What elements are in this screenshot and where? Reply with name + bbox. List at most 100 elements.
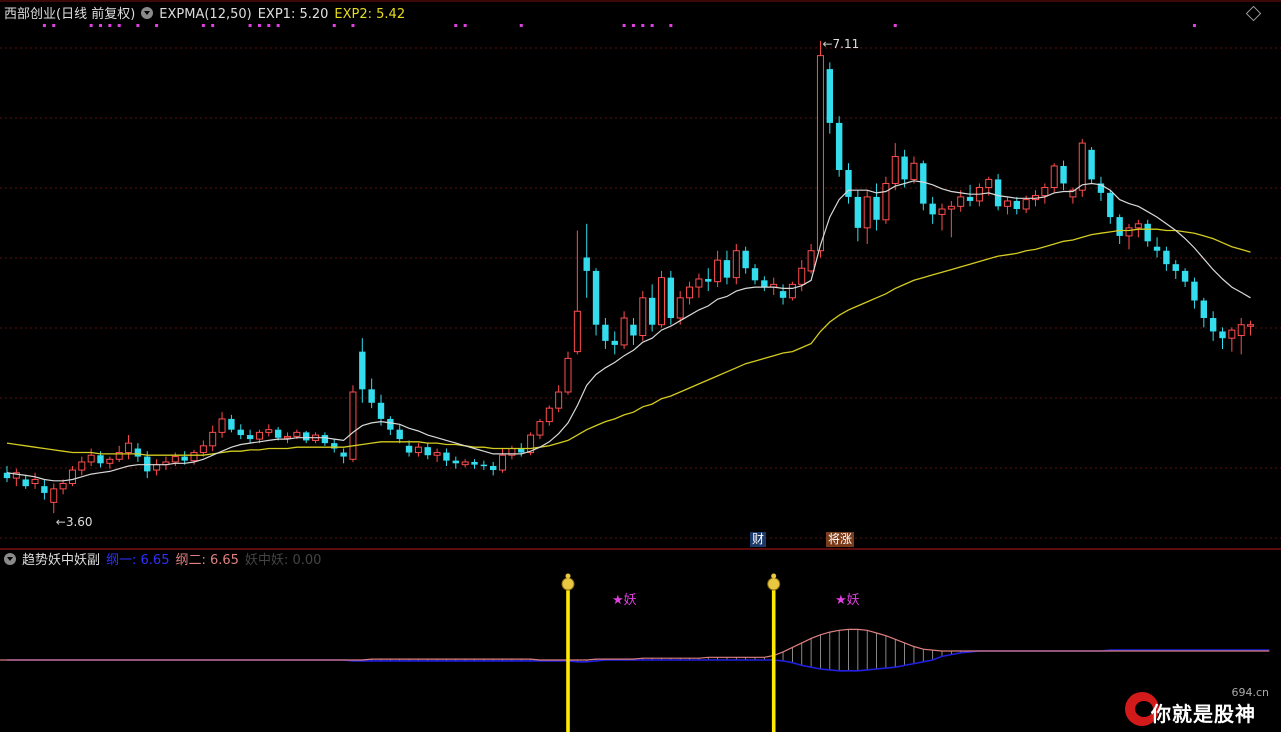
candle-body [405, 445, 413, 453]
candle-body [199, 445, 207, 454]
candle-body [686, 286, 694, 299]
candle-body [947, 205, 955, 210]
candle-body [190, 452, 198, 462]
candle-body [705, 278, 712, 282]
low-price-value: 3.60 [65, 515, 93, 530]
watermark-logo: 694.cn 你就是股神 [1125, 686, 1275, 728]
signal-label: ★妖 [612, 593, 637, 608]
sub-title[interactable]: 趋势妖中妖副 [22, 553, 100, 568]
top-marker [117, 24, 121, 27]
candle-body [22, 479, 29, 487]
top-marker [669, 24, 673, 27]
top-marker [351, 24, 355, 27]
top-marker [52, 24, 56, 27]
candle-body [835, 122, 843, 170]
candle-body [284, 435, 291, 439]
watermark-text: 你就是股神 [1151, 702, 1256, 726]
candle-body [368, 389, 375, 403]
exp2-line [6, 228, 1251, 456]
candle-body [1163, 250, 1170, 265]
candle-body [293, 431, 301, 437]
candle-body [134, 448, 142, 457]
candle-body [611, 340, 618, 345]
sub-header: 趋势妖中妖副 纲一: 6.65 纲二: 6.65 妖中妖: 0.00 [4, 552, 327, 570]
collapse-circle-icon[interactable] [4, 553, 16, 565]
line2-path [7, 628, 1270, 661]
main-header: 西部创业(日线 前复权) EXPMA(12,50) EXP1: 5.20 EXP2: … [4, 6, 411, 24]
candle-body [265, 429, 273, 433]
candle-body [1013, 200, 1020, 210]
candle-body [499, 454, 507, 471]
candle-body [1237, 324, 1245, 336]
candle-body [255, 431, 263, 440]
candle-body [31, 478, 39, 484]
top-marker [1192, 24, 1196, 27]
candle-body [1144, 223, 1151, 242]
candle-body [816, 55, 824, 252]
top-marker [332, 24, 336, 27]
candle-body [181, 456, 188, 461]
candle-body [490, 466, 497, 471]
top-marker [248, 24, 252, 27]
top-marker [108, 24, 112, 27]
candle-body [228, 418, 235, 430]
candle-body [602, 324, 609, 341]
candle-body [807, 250, 815, 272]
candle-body [555, 391, 563, 409]
top-marker [631, 24, 635, 27]
candle-body [929, 203, 936, 215]
indicator-name[interactable]: EXPMA(12,50) [159, 7, 251, 22]
candle-body [583, 257, 590, 271]
candle-body [648, 297, 656, 325]
exp1-line [6, 180, 1251, 482]
collapse-circle-icon[interactable] [141, 7, 154, 19]
candle-body [620, 317, 628, 346]
candle-body [443, 452, 450, 461]
candle-body [751, 268, 759, 281]
candle-body [798, 267, 806, 285]
candle-body [1088, 149, 1095, 180]
candle-body [564, 357, 572, 393]
top-marker [267, 24, 271, 27]
stock-title[interactable]: 西部创业(日线 前复权) [4, 7, 135, 22]
candle-body [349, 391, 357, 460]
finance-tag[interactable]: 财 [750, 532, 767, 547]
exp1-value: EXP1: 5.20 [257, 7, 329, 22]
top-marker [463, 24, 467, 27]
top-marker [42, 24, 46, 27]
candle-body [50, 488, 58, 503]
candle-body [761, 280, 768, 288]
candle-body [545, 407, 553, 423]
candle-body [1191, 281, 1198, 301]
candle-body [1041, 186, 1049, 197]
candle-body [863, 196, 871, 229]
candle-body [630, 324, 637, 336]
candle-body [873, 196, 880, 220]
candle-body [882, 182, 890, 221]
candlesticks [3, 40, 1255, 514]
top-marker [893, 24, 897, 27]
candle-body [153, 464, 161, 471]
candle-body [274, 429, 282, 438]
candle-body [68, 469, 76, 484]
kline-chart[interactable] [0, 0, 1281, 732]
rise-tag[interactable]: 将涨 [826, 532, 855, 547]
candle-body [87, 454, 95, 463]
signal-label: ★妖 [835, 593, 860, 608]
top-marker [257, 24, 261, 27]
high-price-value: 7.11 [832, 36, 860, 51]
candle-body [171, 456, 179, 463]
candle-body [788, 283, 796, 299]
candle-body [639, 297, 647, 336]
candle-body [340, 452, 347, 457]
candle-body [779, 291, 787, 298]
line3-value: 妖中妖: 0.00 [244, 553, 322, 568]
candle-body [97, 455, 104, 464]
top-marker [622, 24, 626, 27]
top-marker [211, 24, 215, 27]
candle-body [854, 196, 862, 228]
candle-body [732, 250, 740, 279]
candle-body [1116, 217, 1123, 236]
candle-body [667, 277, 675, 318]
candle-body [1125, 227, 1133, 237]
